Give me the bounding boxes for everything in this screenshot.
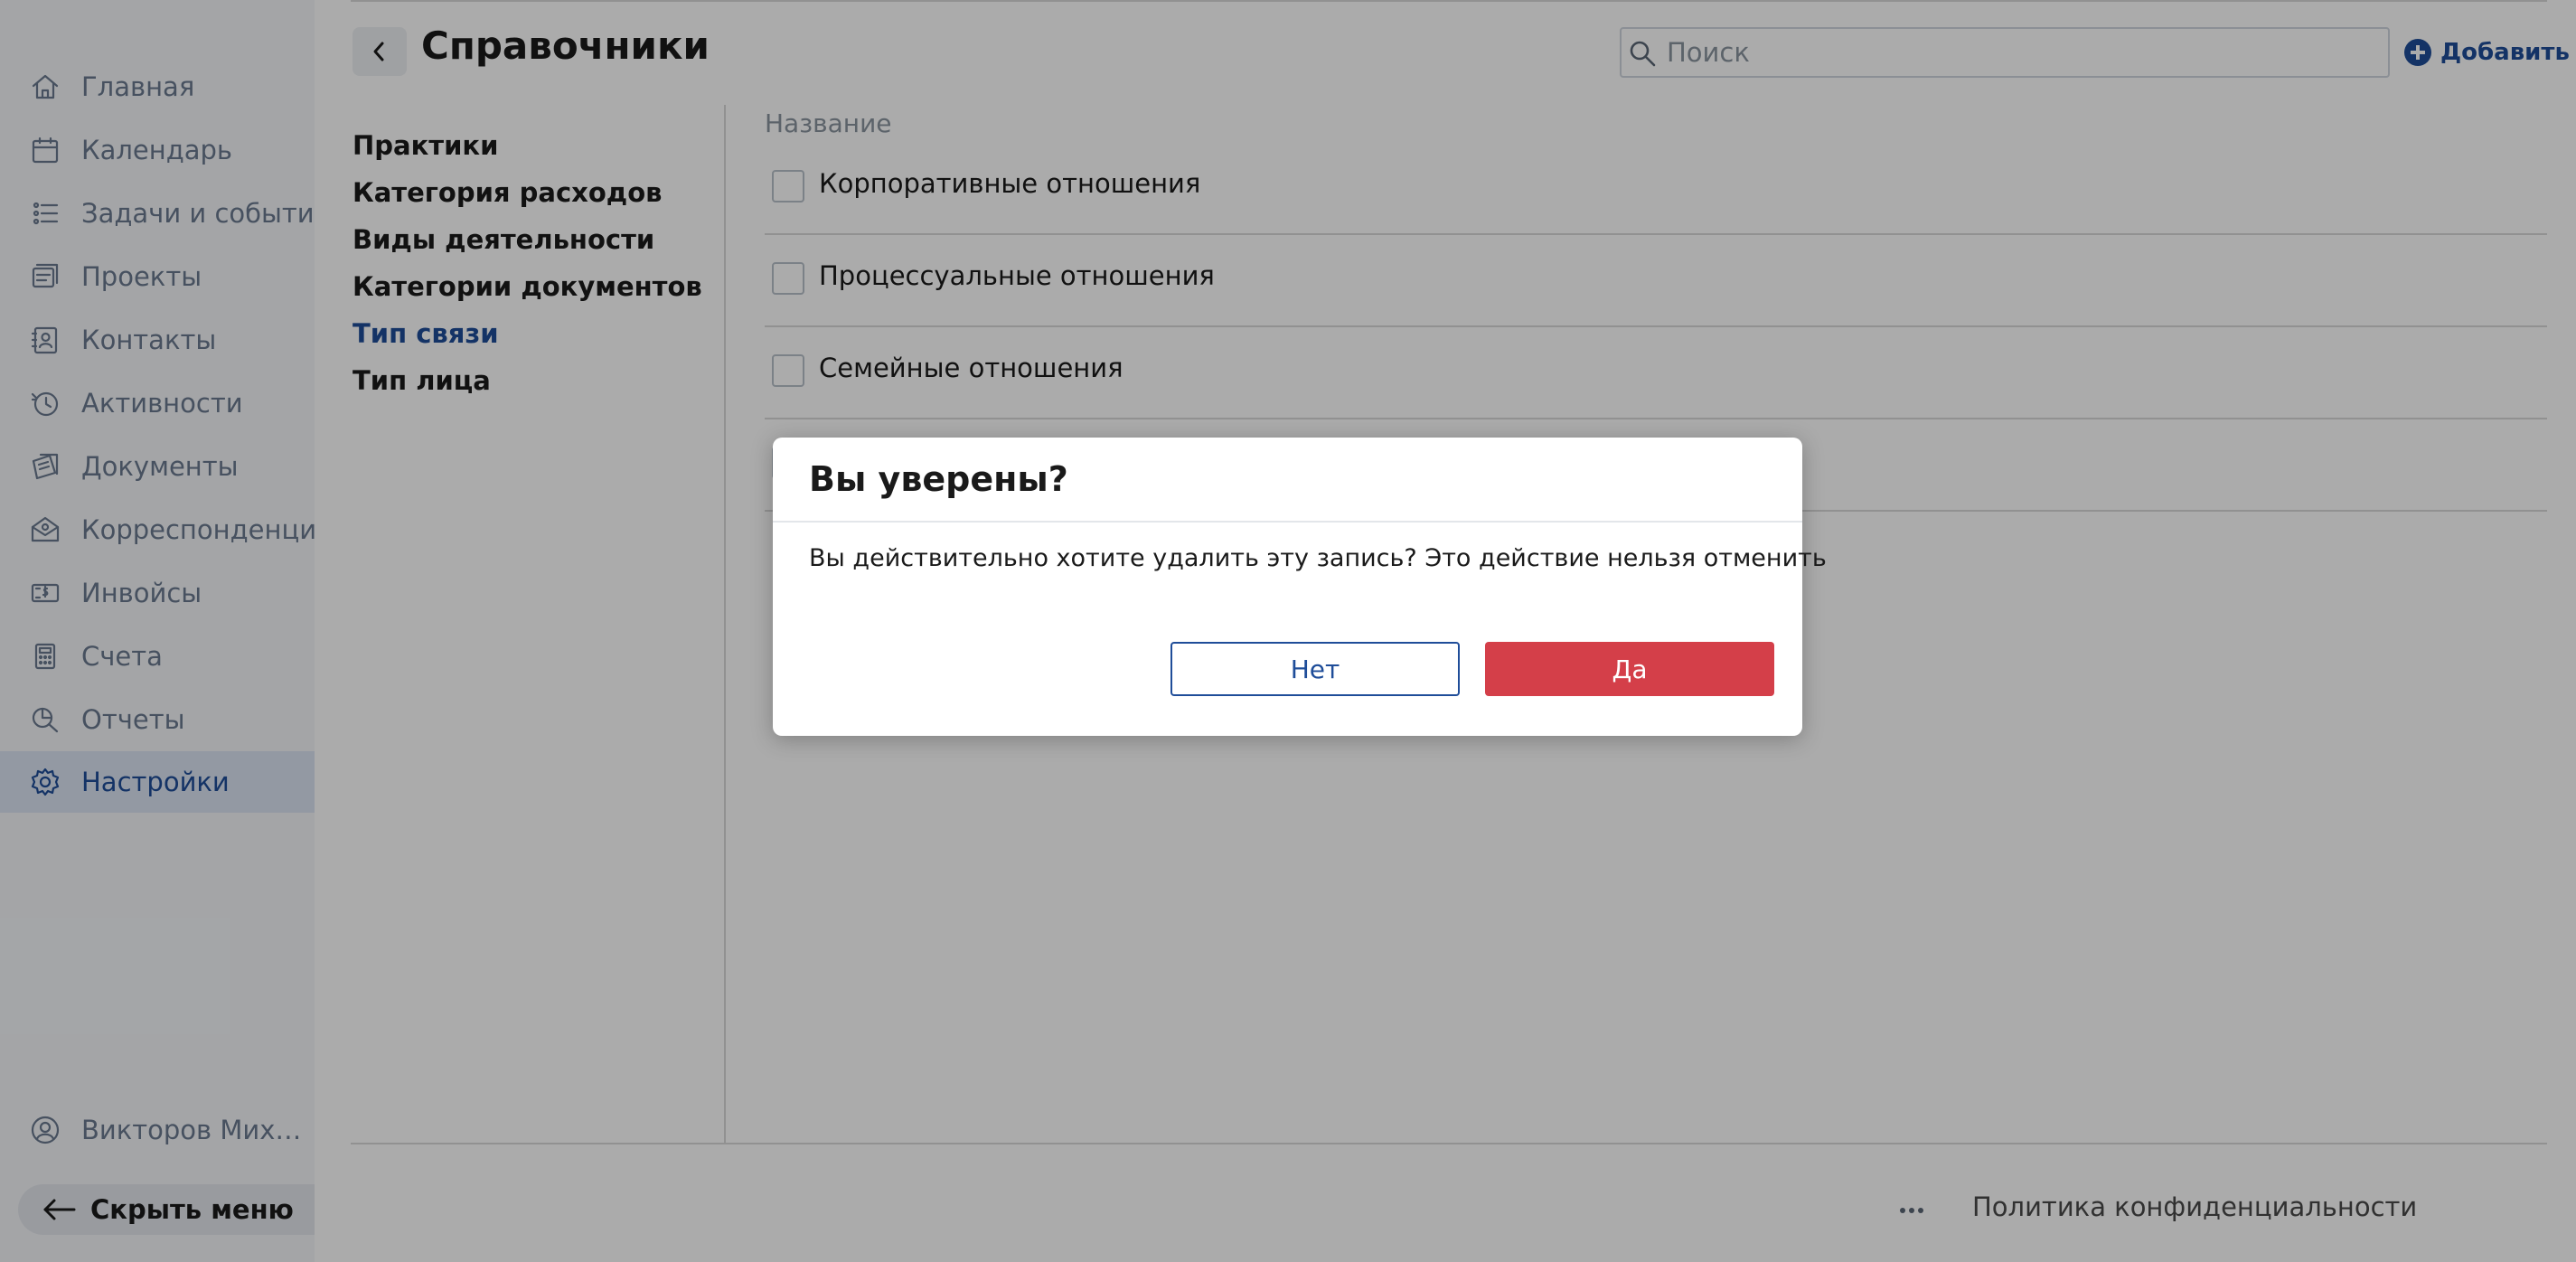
dialog-message: Вы действительно хотите удалить эту запи… — [809, 544, 1827, 572]
confirm-delete-dialog: Вы уверены? Вы действительно хотите удал… — [773, 438, 1827, 736]
dialog-divider — [773, 521, 1802, 523]
dialog-title: Вы уверены? — [809, 459, 1068, 499]
app-root: Главная Календарь Задачи и события Проек… — [0, 0, 2576, 1262]
confirm-delete-button[interactable]: Да — [1485, 642, 1774, 696]
cancel-button[interactable]: Нет — [1170, 642, 1460, 696]
